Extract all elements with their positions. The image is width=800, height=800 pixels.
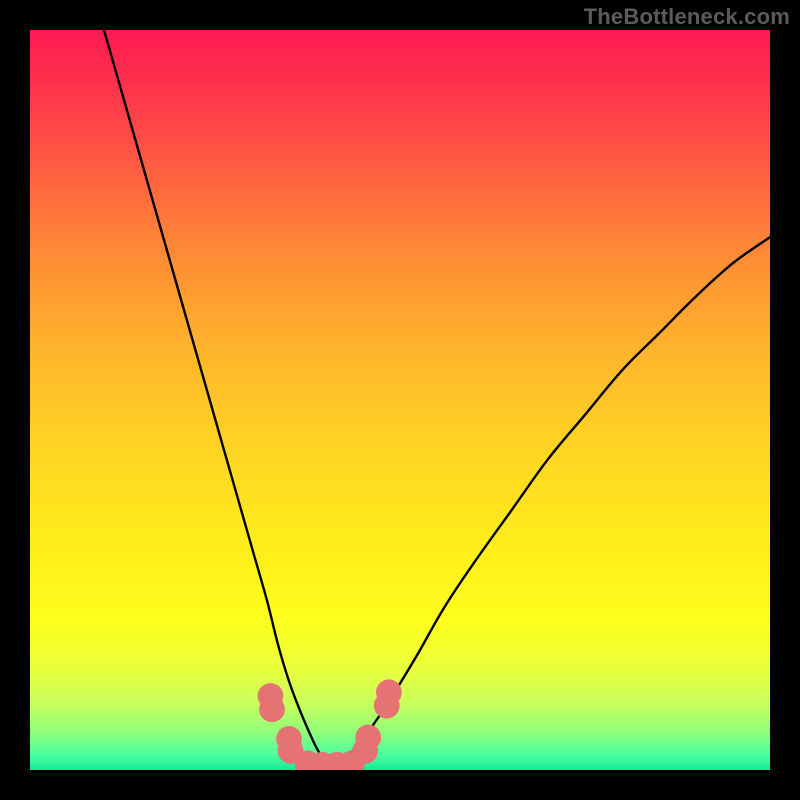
curve-marker <box>376 679 402 705</box>
curve-marker <box>259 696 285 722</box>
curve-path <box>104 30 770 764</box>
chart-plot-area <box>30 30 770 770</box>
curve-marker <box>355 725 381 751</box>
chart-frame: TheBottleneck.com <box>0 0 800 800</box>
bottleneck-curve <box>104 30 770 764</box>
curve-markers <box>258 679 402 770</box>
watermark-text: TheBottleneck.com <box>584 4 790 30</box>
chart-svg <box>30 30 770 770</box>
